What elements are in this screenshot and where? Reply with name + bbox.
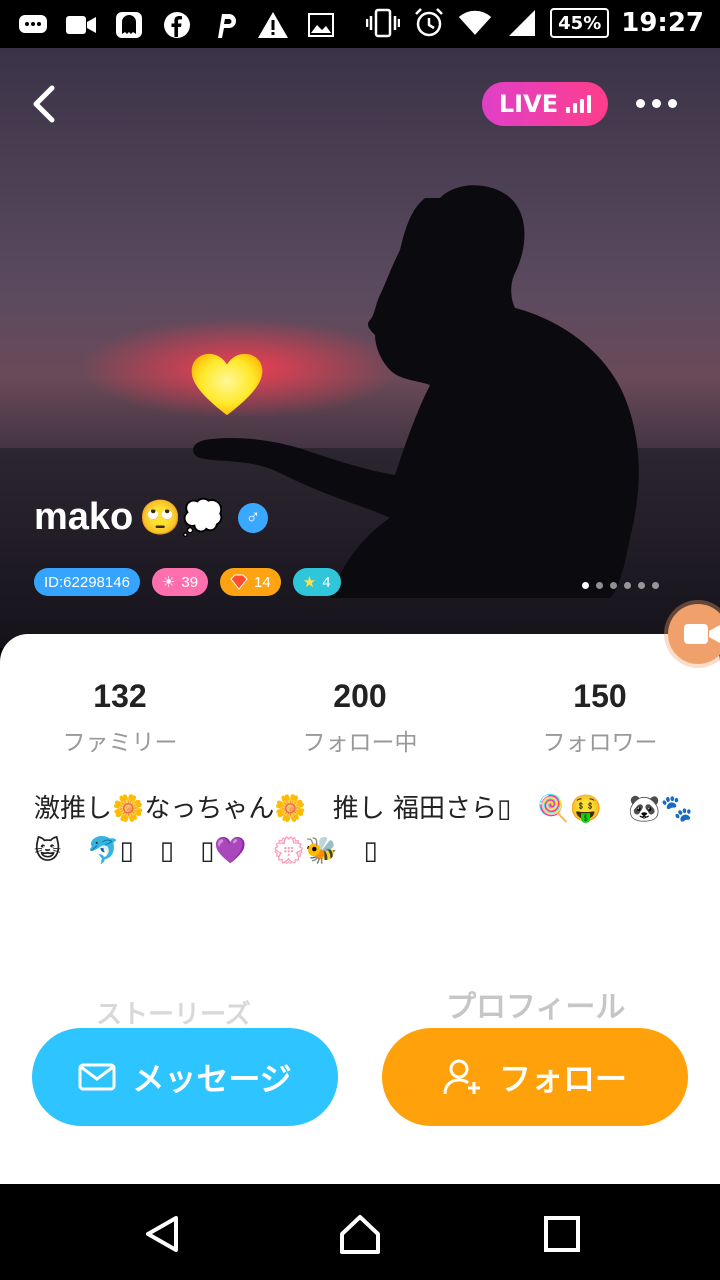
envelope-icon: [78, 1063, 116, 1091]
stat-family[interactable]: 132 ファミリー: [0, 678, 240, 757]
gem-level-badge: 14: [220, 568, 281, 596]
bio-line-2: 😺 🐬▯ ▯ ▯💜 💮🐝 ▯: [34, 836, 378, 866]
pager-dot-active: [582, 582, 589, 589]
alarm-icon: [412, 6, 446, 40]
live-label: LIVE: [498, 90, 559, 118]
tab-profile[interactable]: プロフィール: [446, 982, 625, 1026]
bio-line-1: 激推し🌼なっちゃん🌼 推し 福田さら▯ 🍭🤑 🐼🐾: [34, 794, 693, 824]
live-bars-icon: [566, 95, 592, 113]
followers-label: フォロワー: [542, 730, 658, 756]
pager-dot: [624, 582, 631, 589]
stat-following[interactable]: 200 フォロー中: [240, 678, 480, 757]
sun-level-badge: ☀ 39: [151, 568, 209, 596]
username-text: mako: [34, 496, 134, 538]
user-id-badge: ID:62298146: [34, 568, 140, 596]
live-badge[interactable]: LIVE: [482, 82, 608, 126]
image-icon: [304, 8, 338, 42]
p-icon: [208, 8, 242, 42]
home-nav-icon[interactable]: [338, 1212, 382, 1256]
star-level-badge: ★ 4: [292, 568, 341, 596]
profile-bio: 激推し🌼なっちゃん🌼 推し 福田さら▯ 🍭🤑 🐼🐾 😺 🐬▯ ▯ ▯💜 💮🐝 ▯: [34, 788, 694, 872]
wifi-icon: [458, 6, 492, 40]
profile-name: mako 🙄💭 ♂: [34, 496, 268, 539]
pager-dot: [652, 582, 659, 589]
star-icon: ★: [302, 574, 317, 591]
video-icon: [64, 8, 98, 42]
battery-indicator: 45%: [550, 8, 610, 38]
back-nav-icon[interactable]: [140, 1212, 184, 1256]
following-count: 200: [333, 678, 387, 714]
message-label: メッセージ: [132, 1060, 292, 1098]
followers-count: 150: [573, 678, 627, 714]
ghost-icon: [112, 8, 146, 42]
stat-followers[interactable]: 150 フォロワー: [480, 678, 720, 757]
more-options-button[interactable]: [636, 90, 682, 116]
pager-dot: [610, 582, 617, 589]
add-user-icon: [443, 1059, 480, 1095]
sun-icon: ☀: [161, 574, 176, 591]
message-button[interactable]: メッセージ: [32, 1028, 338, 1126]
male-gender-icon: ♂: [237, 502, 268, 533]
system-navigation-bar: [0, 1184, 720, 1280]
glowing-heart: [191, 353, 263, 416]
pager-dot: [638, 582, 645, 589]
username-emoji: 🙄💭: [139, 498, 224, 537]
status-bar: 45% 19:27: [0, 0, 720, 48]
pager-dot: [596, 582, 603, 589]
tab-stories[interactable]: ストーリーズ: [96, 994, 251, 1031]
video-camera-icon: [684, 624, 720, 644]
follow-label: フォロー: [498, 1060, 627, 1098]
level-badges: ID:62298146 ☀ 39 14 ★ 4: [34, 568, 341, 596]
vibrate-icon: [366, 6, 401, 40]
following-label: フォロー中: [302, 730, 418, 756]
video-call-button[interactable]: [668, 604, 720, 664]
gem-icon: [230, 574, 248, 590]
warning-icon: [256, 8, 290, 42]
clock: 19:27: [621, 8, 704, 38]
recents-nav-icon[interactable]: [540, 1212, 584, 1256]
follow-button[interactable]: フォロー: [382, 1028, 688, 1126]
family-label: ファミリー: [62, 730, 178, 756]
photo-pager-dots: [582, 582, 659, 589]
message-icon: [16, 8, 50, 42]
profile-cover-photo[interactable]: LIVE mako 🙄💭 ♂ ID:62298146 ☀ 39 14 ★ 4: [0, 48, 720, 648]
signal-icon: [504, 6, 538, 40]
facebook-icon: [160, 8, 194, 42]
stats-row: 132 ファミリー 200 フォロー中 150 フォロワー: [0, 678, 720, 757]
family-count: 132: [93, 678, 147, 714]
back-button[interactable]: [26, 82, 66, 126]
